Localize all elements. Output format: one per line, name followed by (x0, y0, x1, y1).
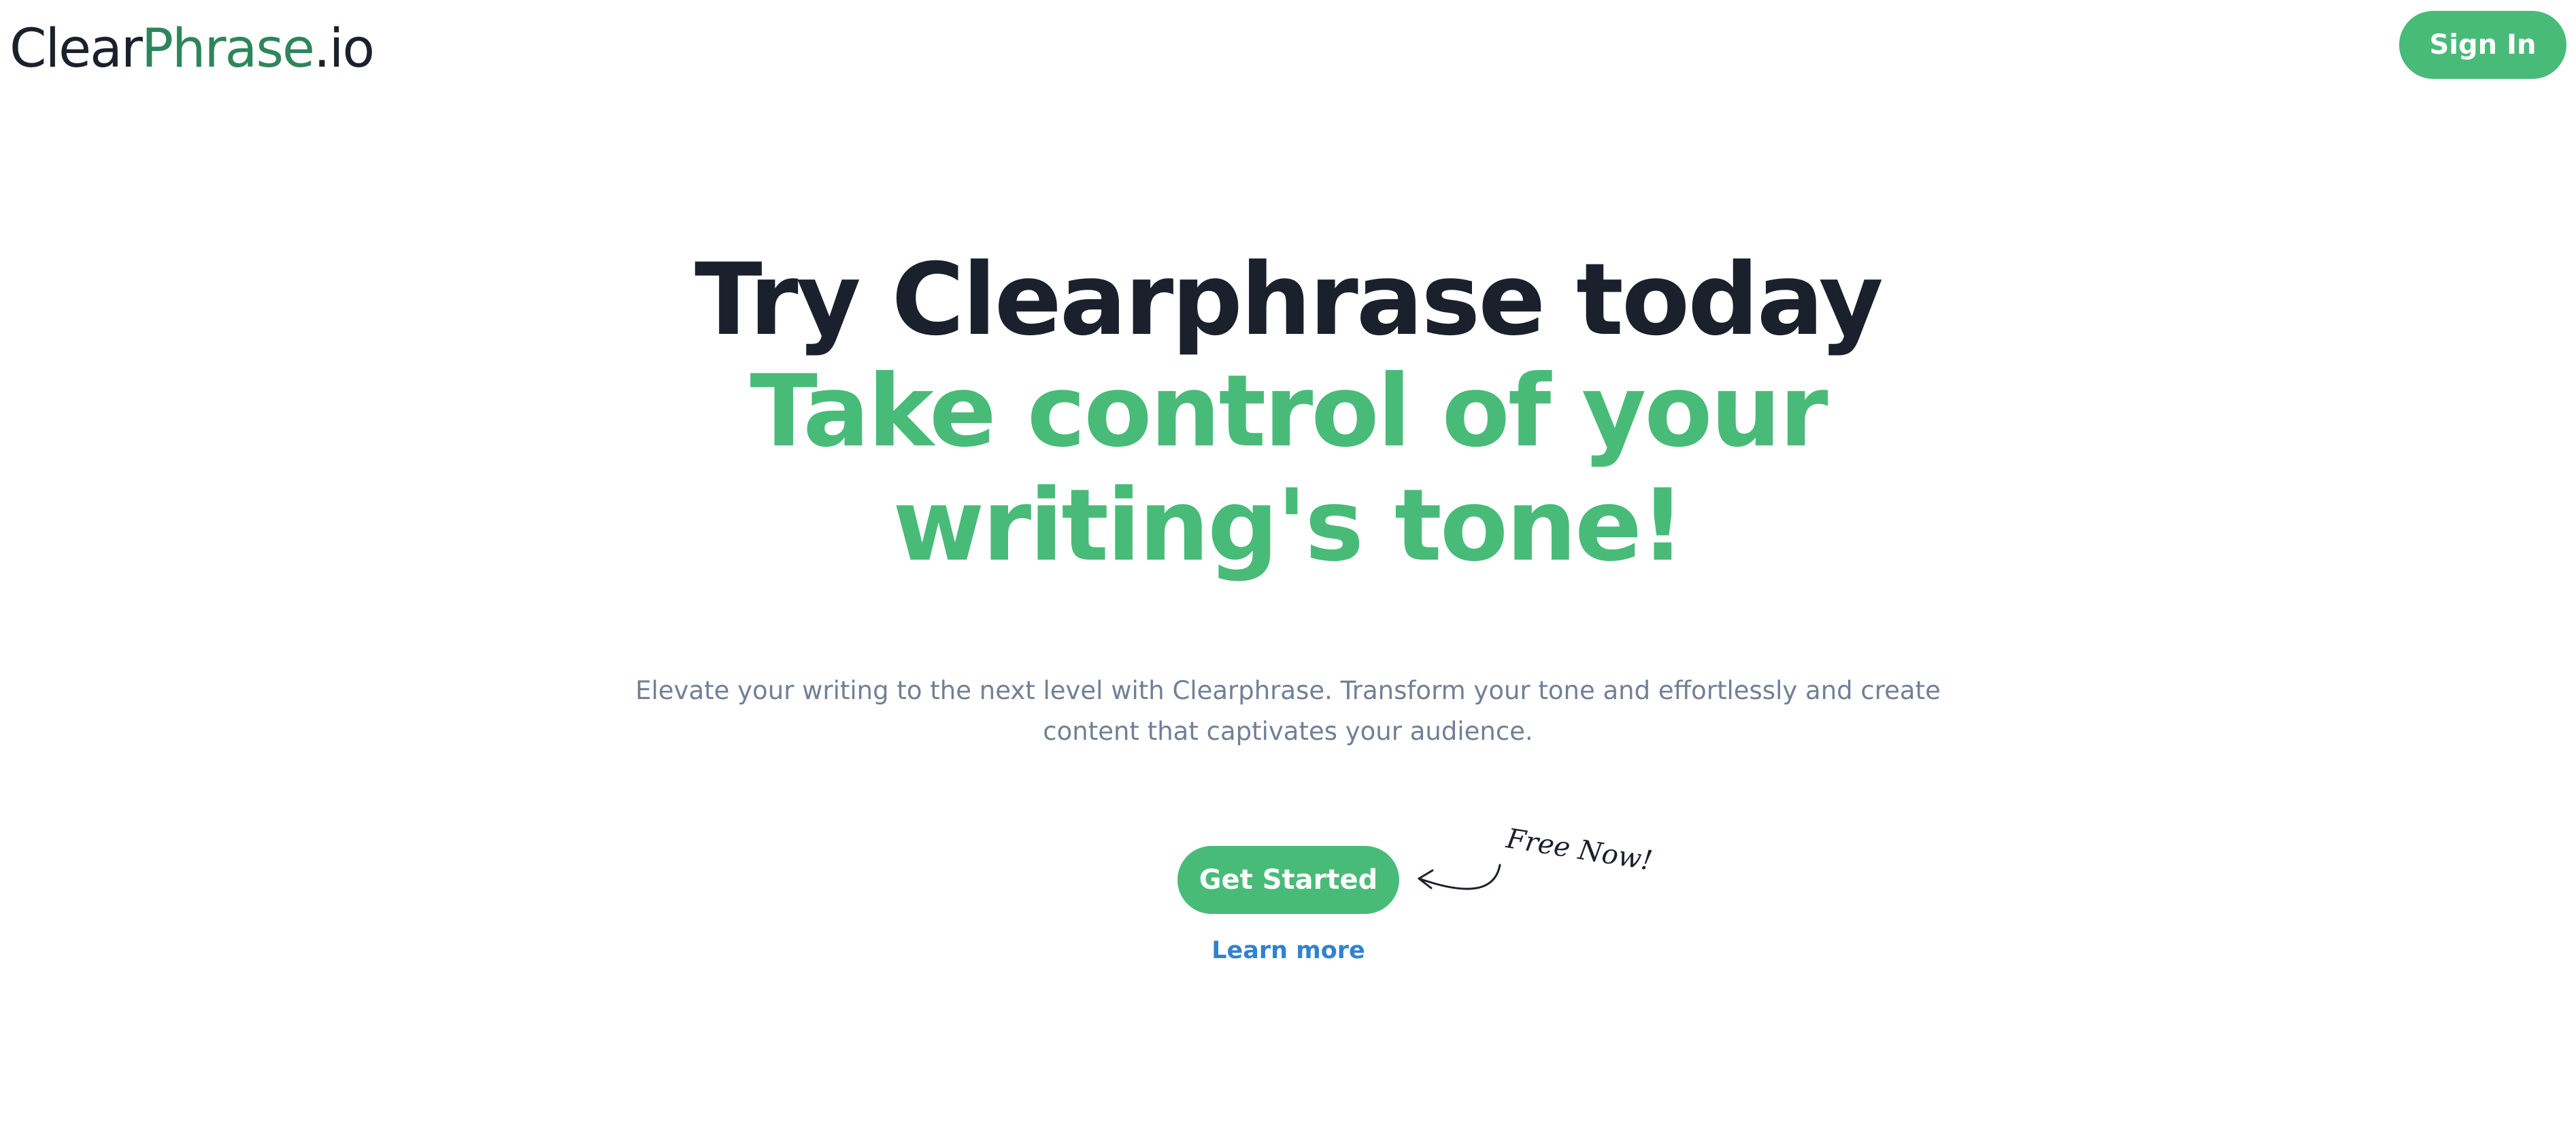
logo-part-phrase: Phrase (141, 18, 315, 80)
hero-title-line-3: writing's tone! (892, 468, 1685, 583)
free-now-callout: Free Now! (1504, 823, 1655, 877)
sign-in-button[interactable]: Sign In (2399, 11, 2566, 79)
logo-part-io: .io (313, 18, 375, 80)
hero-title-line-2: Take control of your (750, 354, 1828, 469)
hero-subtitle-line-1: Elevate your writing to the next level w… (635, 676, 1941, 705)
logo-part-clear: Clear (10, 18, 143, 80)
learn-more-link[interactable]: Learn more (1152, 937, 1424, 964)
curved-arrow-icon (1418, 864, 1501, 890)
hero-title-line-1: Try Clearphrase today (695, 242, 1884, 358)
logo[interactable]: Clear Phrase .io (10, 10, 375, 88)
landing-page: Clear Phrase .io Sign In Try Clearphrase t… (0, 0, 2576, 1122)
get-started-button[interactable]: Get Started (1177, 846, 1399, 914)
hero-subtitle-line-2: content that captivates your audience. (1043, 717, 1533, 746)
